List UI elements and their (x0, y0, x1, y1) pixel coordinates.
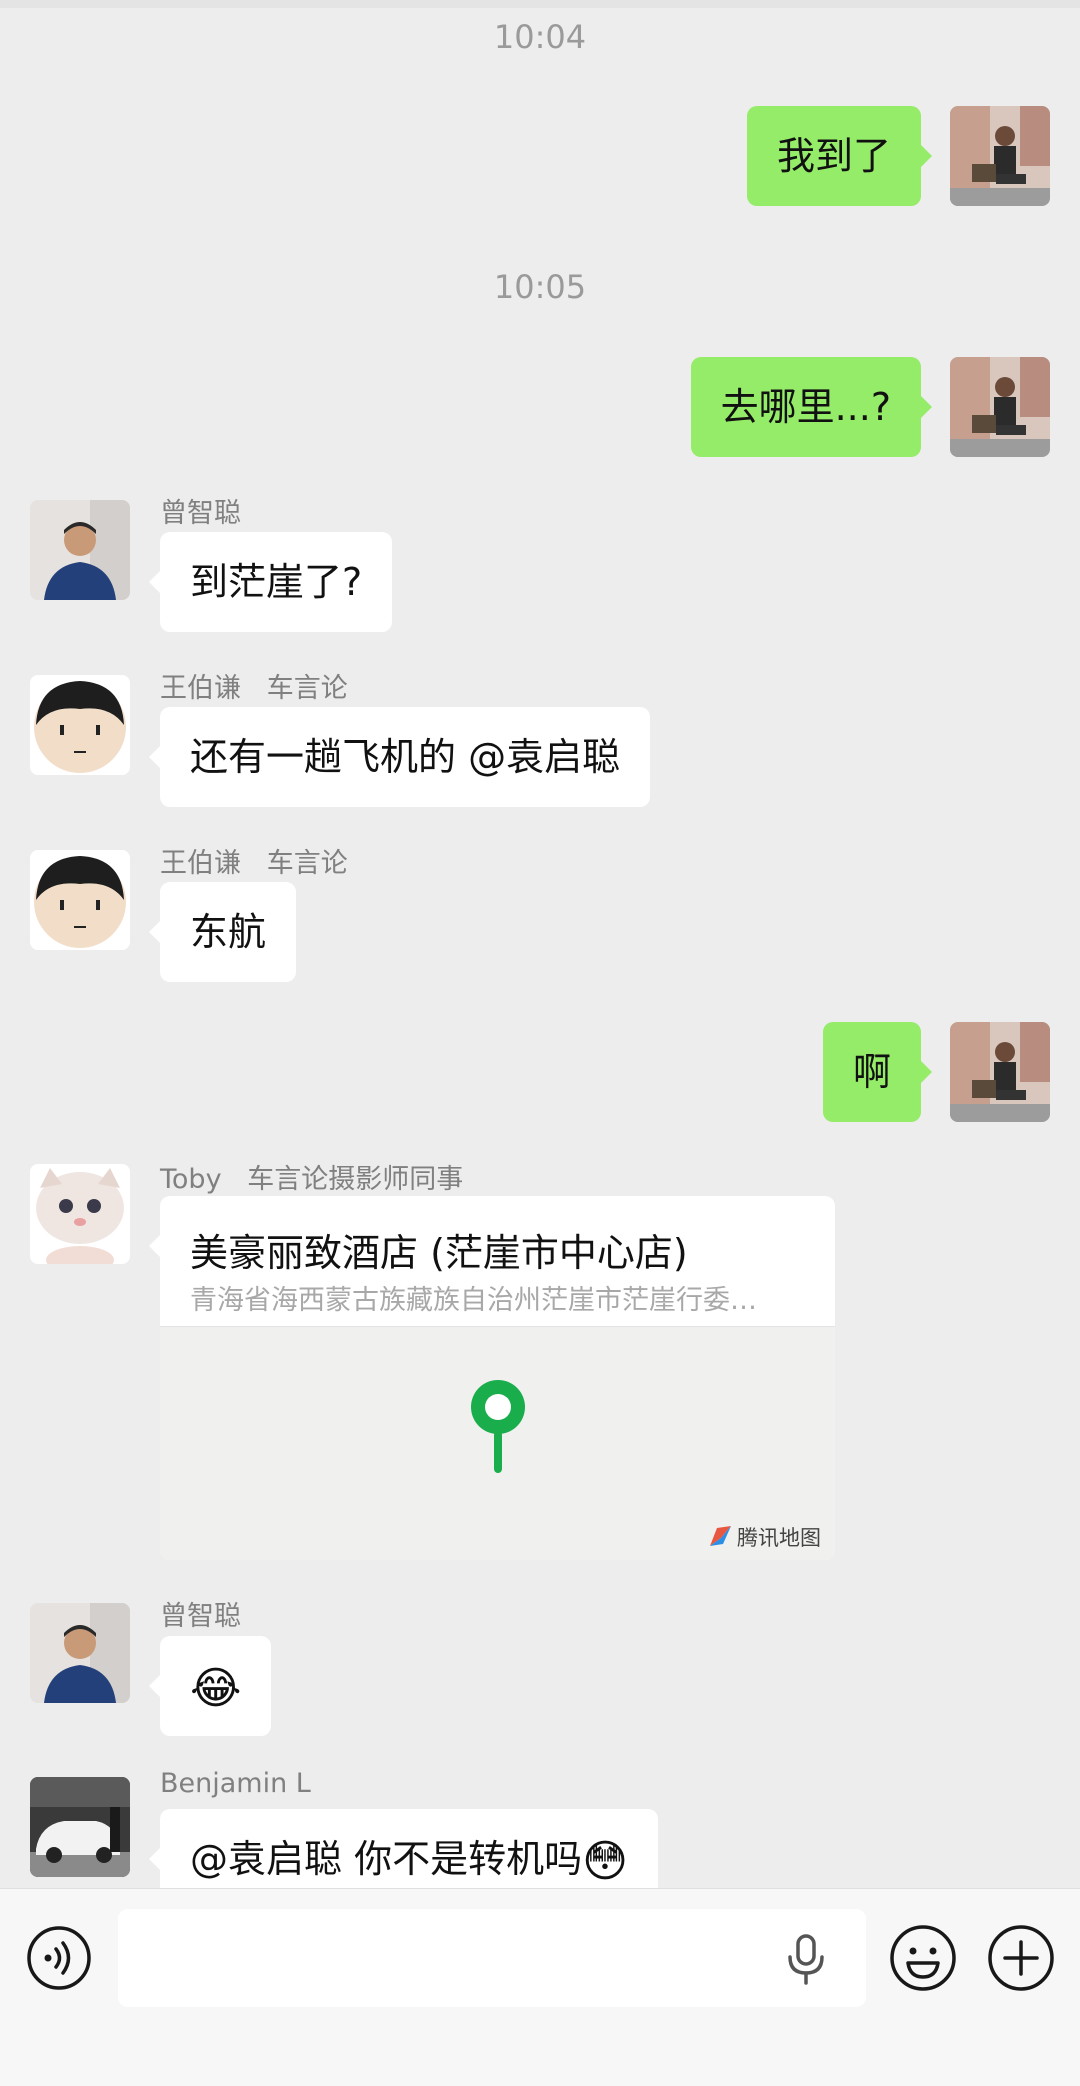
incoming-message-bubble[interactable]: @袁启聪 你不是转机吗😳 (149, 1809, 658, 1888)
chat-history[interactable]: 10:04 我到了 10:05 去哪里...? 曾智聪 到茫崖了? 王伯谦 车言… (0, 0, 1080, 1888)
message-text: 我到了 (776, 134, 891, 178)
emoji: 😳 (582, 1836, 628, 1887)
message-text: 到茫崖了? (190, 560, 363, 604)
sender-name: 曾智聪 (160, 1601, 241, 1632)
message-text: 去哪里...? (720, 385, 891, 429)
incoming-message-bubble[interactable]: 东航 (148, 882, 297, 982)
emoji: 😂 (190, 1663, 242, 1714)
message-text: @袁启聪 你不是转机吗 (190, 1837, 583, 1881)
outgoing-message-bubble[interactable]: 去哪里...? (690, 357, 933, 457)
incoming-message-bubble[interactable]: 还有一趟飞机的 @袁启聪 (148, 707, 651, 807)
incoming-message-bubble[interactable]: 到茫崖了? (148, 532, 393, 632)
map-brand-text: 腾讯地图 (737, 1526, 821, 1550)
sender-name: 曾智聪 (160, 498, 241, 529)
map-pin-icon (471, 1380, 525, 1473)
location-card[interactable]: 美豪丽致酒店 (茫崖市中心店) 青海省海西蒙古族藏族自治州茫崖市茫崖行委… 腾讯… (160, 1196, 835, 1560)
contact-avatar[interactable] (30, 850, 130, 950)
plus-icon[interactable] (986, 1923, 1056, 1993)
incoming-message-bubble[interactable]: 😂 (148, 1636, 272, 1736)
map-brand: 腾讯地图 (707, 1522, 821, 1552)
message-text: 还有一趟飞机的 @袁启聪 (190, 735, 621, 779)
location-map-preview[interactable]: 腾讯地图 (160, 1326, 835, 1560)
emoji-icon[interactable] (888, 1923, 958, 1993)
timestamp: 10:05 (493, 268, 587, 306)
message-text: 啊 (852, 1050, 891, 1094)
location-title: 美豪丽致酒店 (茫崖市中心店) (190, 1231, 688, 1275)
my-avatar[interactable] (950, 357, 1050, 457)
my-avatar[interactable] (950, 1022, 1050, 1122)
voice-toggle-icon[interactable] (26, 1925, 92, 1991)
sender-name: 王伯谦 车言论 (160, 848, 348, 879)
home-indicator-area (0, 2040, 1080, 2086)
contact-avatar[interactable] (30, 500, 130, 600)
sender-name: Benjamin L (160, 1768, 311, 1799)
contact-avatar[interactable] (30, 675, 130, 775)
contact-avatar[interactable] (30, 1777, 130, 1877)
contact-avatar[interactable] (30, 1603, 130, 1703)
outgoing-message-bubble[interactable]: 我到了 (746, 106, 933, 206)
microphone-icon[interactable] (782, 1933, 830, 1985)
message-input[interactable] (118, 1909, 866, 2007)
timestamp: 10:04 (493, 18, 587, 56)
contact-avatar[interactable] (30, 1164, 130, 1264)
my-avatar[interactable] (950, 106, 1050, 206)
outgoing-message-bubble[interactable]: 啊 (822, 1022, 933, 1122)
location-address: 青海省海西蒙古族藏族自治州茫崖市茫崖行委… (190, 1285, 757, 1316)
sender-name: Toby 车言论摄影师同事 (160, 1164, 464, 1195)
tencent-map-logo-icon (710, 1526, 731, 1546)
sender-name: 王伯谦 车言论 (160, 673, 348, 704)
message-text: 东航 (190, 910, 267, 954)
